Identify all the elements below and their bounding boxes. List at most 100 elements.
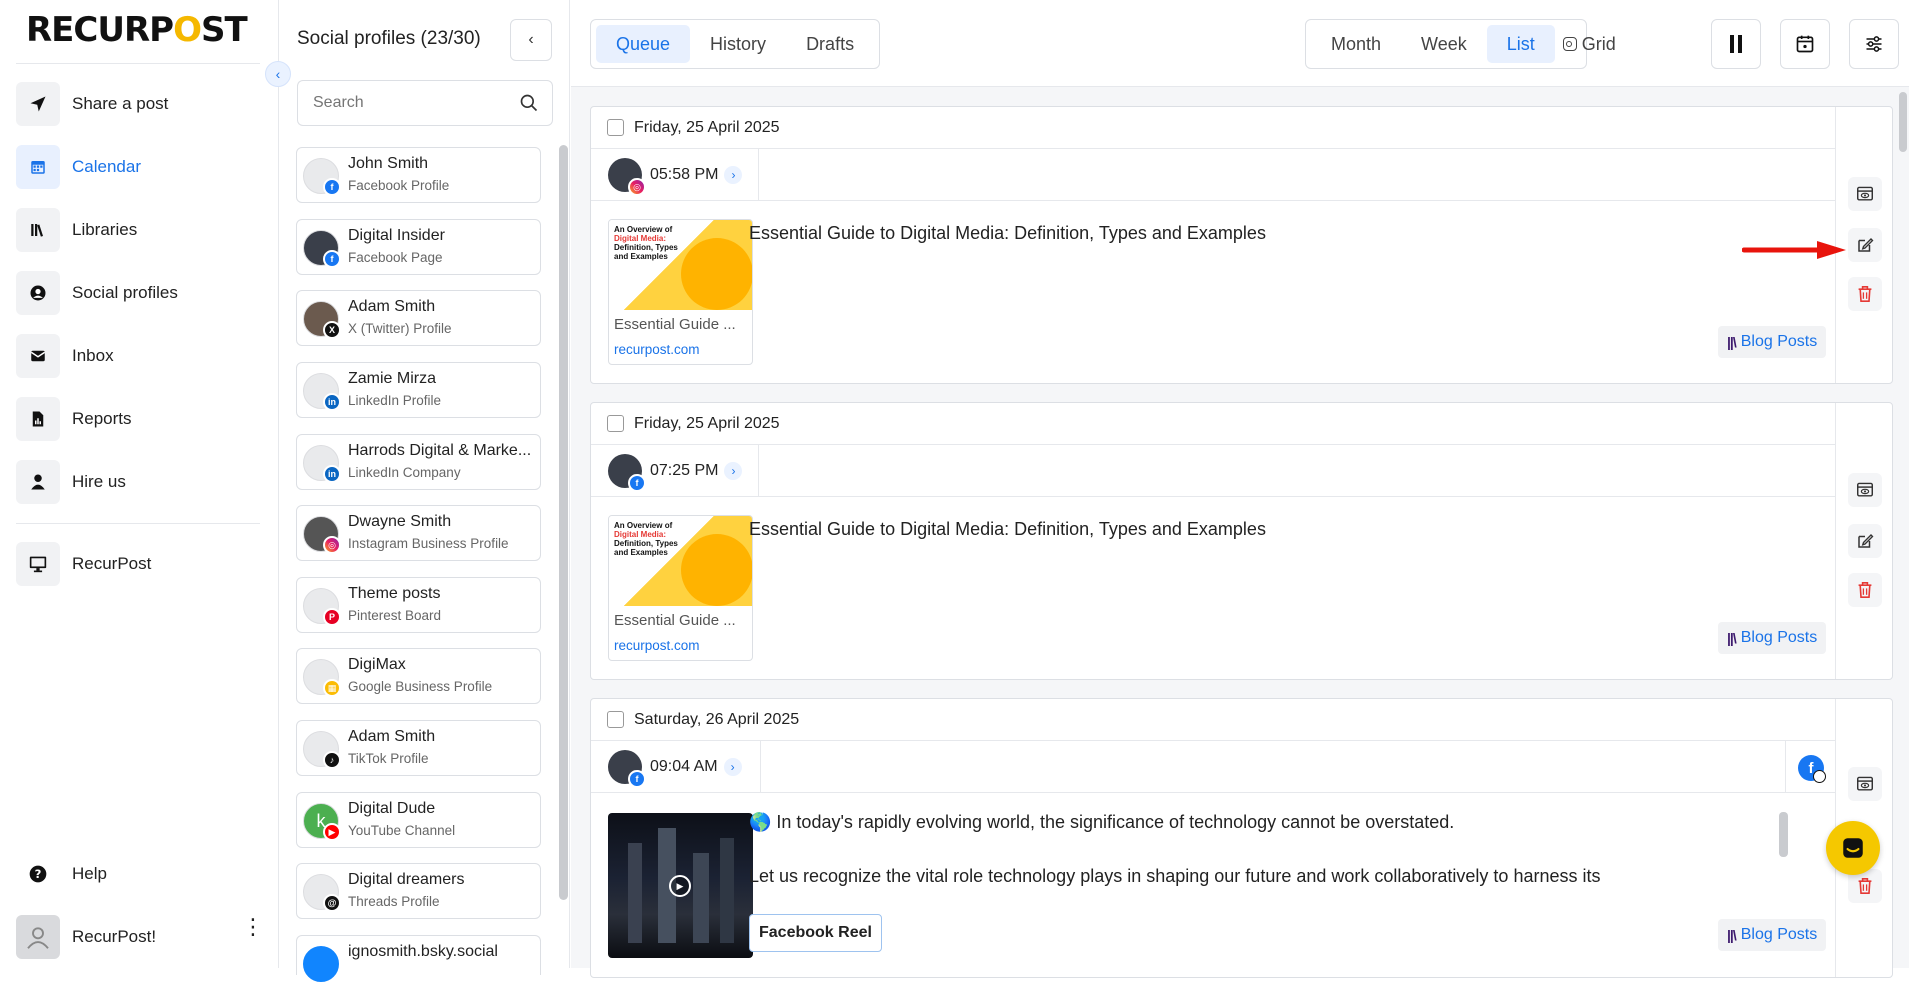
trash-icon (1858, 878, 1872, 894)
profile-card[interactable]: ♪ Adam Smith TikTok Profile (296, 720, 541, 776)
view-month[interactable]: Month (1311, 25, 1401, 63)
nav-workspace[interactable]: RecurPost (16, 540, 260, 588)
avatar (16, 915, 60, 959)
scheduled-post: Saturday, 26 April 2025 f 09:04 AM › f ▶… (590, 698, 1893, 978)
link-preview-card[interactable]: An Overview of Digital Media: Definition… (608, 515, 753, 661)
nav-share-post[interactable]: Share a post (16, 80, 260, 128)
view-list[interactable]: List (1486, 25, 1555, 63)
preview-post-button[interactable] (1848, 177, 1882, 211)
video-thumbnail[interactable]: ▶ (608, 813, 753, 958)
profile-card[interactable]: ◎ Dwayne Smith Instagram Business Profil… (296, 505, 541, 561)
nav-reports[interactable]: Reports (16, 395, 260, 443)
avatar: ◎ (608, 158, 646, 196)
profile-card[interactable]: @ Digital dreamers Threads Profile (296, 863, 541, 919)
link-preview-card[interactable]: An Overview of Digital Media: Definition… (608, 219, 753, 365)
post-text-scrollbar[interactable] (1779, 812, 1788, 857)
facebook-icon: f (628, 474, 646, 492)
preview-icon (1857, 482, 1873, 497)
profile-card[interactable]: k ▶ Digital Dude YouTube Channel (296, 792, 541, 848)
edit-icon (1858, 534, 1874, 548)
post-time-cell: f 09:04 AM › (591, 741, 761, 793)
x-icon: X (323, 321, 341, 339)
instagram-icon: ◎ (323, 536, 341, 554)
preview-post-button[interactable] (1848, 473, 1882, 507)
workspace-monitor-icon (16, 542, 60, 586)
paper-plane-icon (16, 82, 60, 126)
collapse-sidebar-button[interactable]: ‹ (265, 61, 291, 87)
delete-post-button[interactable] (1848, 277, 1882, 311)
edit-post-button[interactable] (1848, 228, 1882, 262)
more-vertical-icon[interactable]: ⋮ (242, 916, 264, 938)
view-week[interactable]: Week (1401, 25, 1487, 63)
main-scrollbar[interactable] (1899, 92, 1907, 152)
google-business-icon: ▦ (323, 679, 341, 697)
libraries-icon (16, 208, 60, 252)
instagram-outline-icon (1562, 37, 1577, 51)
recurpost-logo[interactable]: RECURPOST (26, 10, 248, 50)
avatar (303, 946, 339, 982)
profile-card[interactable]: ▦ DigiMax Google Business Profile (296, 648, 541, 704)
filter-settings-button[interactable] (1849, 19, 1899, 69)
nav-social-profiles[interactable]: Social profiles (16, 269, 260, 317)
nav-calendar[interactable]: Calendar (16, 143, 260, 191)
edit-icon (1858, 238, 1874, 252)
chevron-right-icon[interactable]: › (723, 758, 742, 776)
link-source[interactable]: recurpost.com (614, 638, 700, 653)
nav-inbox[interactable]: Inbox (16, 332, 260, 380)
scheduled-post: Friday, 25 April 2025 ◎ 05:58 PM › An Ov… (590, 106, 1893, 384)
post-time-row: ◎ 05:58 PM › (591, 149, 1835, 201)
preview-post-button[interactable] (1848, 767, 1882, 801)
post-select-checkbox[interactable] (607, 711, 624, 728)
post-time-row: f 09:04 AM › f (591, 741, 1835, 793)
tab-drafts[interactable]: Drafts (786, 25, 874, 63)
search-icon (520, 94, 537, 112)
tab-history[interactable]: History (690, 25, 786, 63)
library-tag[interactable]: ||\ Blog Posts (1718, 919, 1827, 951)
libraries-icon: ||\ (1727, 334, 1737, 350)
profile-card[interactable]: P Theme posts Pinterest Board (296, 577, 541, 633)
chat-support-button[interactable] (1826, 821, 1880, 875)
profile-card[interactable]: f John Smith Facebook Profile (296, 147, 541, 203)
view-switcher: Month Week List Grid (1305, 19, 1616, 69)
social-profiles-panel: Social profiles (23/30) ‹ f John Smith F… (280, 0, 570, 982)
delete-post-button[interactable] (1848, 573, 1882, 607)
nav-divider (16, 63, 260, 64)
nav-hire-us[interactable]: Hire us (16, 458, 260, 506)
facebook-icon: f (628, 770, 646, 788)
chevron-right-icon[interactable]: › (724, 462, 743, 480)
profile-card[interactable]: ignosmith.bsky.social (296, 935, 541, 982)
avatar: f (608, 454, 646, 492)
edit-post-button[interactable] (1848, 524, 1882, 558)
library-tag[interactable]: ||\ Blog Posts (1718, 326, 1827, 358)
profile-card[interactable]: f Digital Insider Facebook Page (296, 219, 541, 275)
search-button[interactable] (505, 80, 553, 126)
profile-card[interactable]: in Harrods Digital & Marke... LinkedIn C… (296, 434, 541, 490)
profiles-search-input[interactable] (297, 80, 533, 126)
post-date-header: Friday, 25 April 2025 (591, 403, 1835, 445)
post-select-checkbox[interactable] (607, 415, 624, 432)
chevron-right-icon[interactable]: › (724, 166, 743, 184)
link-source[interactable]: recurpost.com (614, 342, 700, 357)
nav-user-account[interactable]: RecurPost! ⋮ (16, 913, 264, 961)
profile-card[interactable]: in Zamie Mirza LinkedIn Profile (296, 362, 541, 418)
library-tag[interactable]: ||\ Blog Posts (1718, 622, 1827, 654)
profile-card[interactable]: X Adam Smith X (Twitter) Profile (296, 290, 541, 346)
post-actions (1835, 403, 1893, 679)
view-grid[interactable]: Grid (1555, 25, 1624, 63)
post-time-cell: f 07:25 PM › (591, 445, 759, 497)
profiles-scrollbar[interactable] (559, 145, 568, 900)
pause-queue-button[interactable] (1711, 19, 1761, 69)
profiles-title: Social profiles (23/30) (297, 28, 481, 49)
facebook-icon: f (323, 178, 341, 196)
chevron-left-icon: ‹ (275, 66, 281, 82)
post-time-row: f 07:25 PM › (591, 445, 1835, 497)
nav-libraries[interactable]: Libraries (16, 206, 260, 254)
post-select-checkbox[interactable] (607, 119, 624, 136)
share-calendar-button[interactable] (1780, 19, 1830, 69)
tab-queue[interactable]: Queue (596, 25, 691, 63)
collapse-profiles-button[interactable]: ‹ (510, 19, 552, 61)
nav-help[interactable]: ? Help (16, 850, 260, 898)
nav-divider (16, 523, 260, 524)
play-icon[interactable]: ▶ (669, 875, 691, 897)
post-text-line: Let us recognize the vital role technolo… (749, 866, 1601, 886)
